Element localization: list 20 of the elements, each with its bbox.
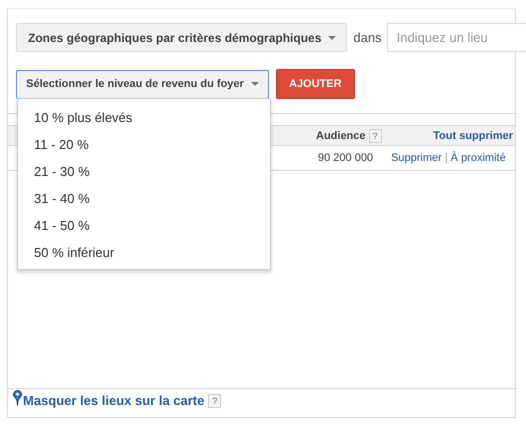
menu-item[interactable]: 11 - 20 % bbox=[18, 131, 270, 158]
menu-item[interactable]: 10 % plus élevés bbox=[18, 104, 270, 131]
zone-dropdown[interactable]: Zones géographiques par critères démographiques bbox=[16, 23, 348, 52]
income-dropdown[interactable]: Sélectionner le niveau de revenu du foyer bbox=[16, 70, 269, 98]
menu-item[interactable]: 50 % inférieur bbox=[18, 239, 270, 266]
separator: | bbox=[444, 152, 448, 164]
column-header: Audience bbox=[316, 130, 366, 142]
hide-places-link[interactable]: Masquer les lieux sur la carte bbox=[23, 393, 204, 408]
nearby-link[interactable]: À proximité bbox=[450, 152, 506, 164]
location-field[interactable]: Indiquez un lieu bbox=[386, 23, 526, 52]
help-icon[interactable]: ? bbox=[368, 128, 382, 142]
in-label: dans bbox=[353, 30, 382, 45]
menu-item[interactable]: 31 - 40 % bbox=[18, 185, 270, 212]
help-icon[interactable]: ? bbox=[208, 394, 222, 408]
add-button[interactable]: AJOUTER bbox=[276, 69, 355, 99]
table-cell: 90 200 000 bbox=[318, 152, 374, 164]
menu-item[interactable]: 41 - 50 % bbox=[18, 212, 270, 239]
remove-all-link[interactable]: Tout supprimer bbox=[433, 130, 513, 142]
remove-link[interactable]: Supprimer bbox=[391, 152, 442, 164]
menu-item[interactable]: 21 - 30 % bbox=[18, 158, 270, 185]
